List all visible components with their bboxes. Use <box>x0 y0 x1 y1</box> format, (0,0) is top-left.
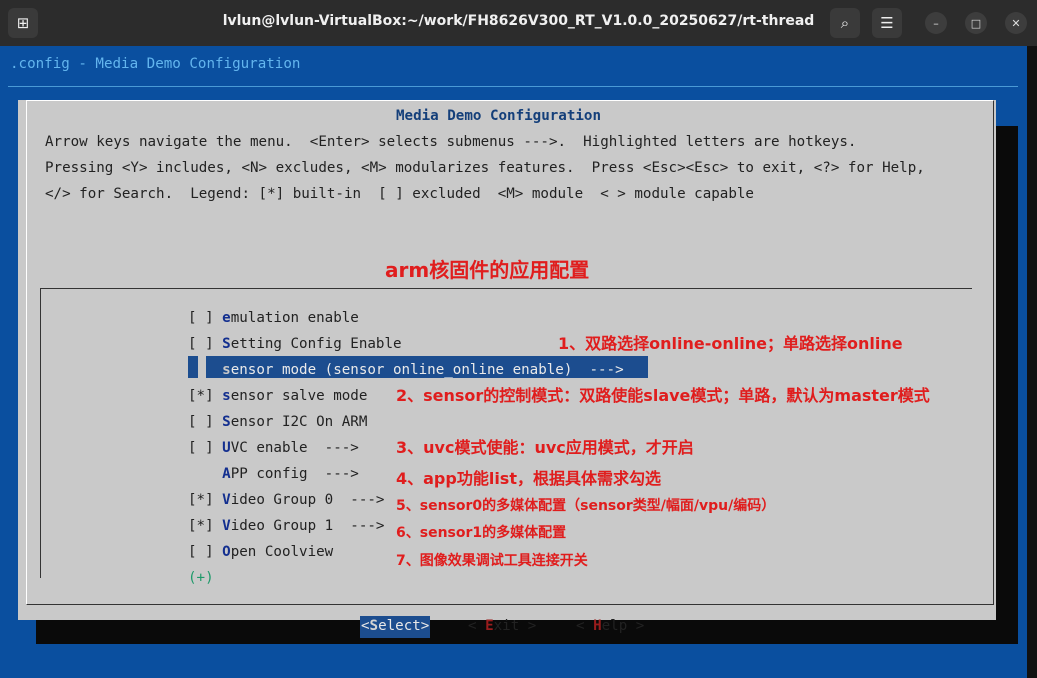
item-checkbox: [*] <box>188 388 223 404</box>
item-label: mulation enable <box>230 310 359 326</box>
terminal-scrollbar[interactable] <box>1027 46 1037 678</box>
item-checkbox: [ ] <box>188 414 223 430</box>
item-hotkey: s <box>222 388 231 404</box>
item-hotkey: V <box>222 492 231 508</box>
item-label: ideo Group 1 ---> <box>230 518 385 534</box>
item-label: ensor salve mode <box>230 388 368 404</box>
item-hotkey: S <box>222 336 231 352</box>
item-label: VC enable ---> <box>230 440 359 456</box>
help-label: elp > <box>601 618 645 634</box>
help-line-1: Arrow keys navigate the menu. <Enter> se… <box>45 134 857 150</box>
help-line-2: Pressing <Y> includes, <N> excludes, <M>… <box>45 160 925 176</box>
menu-item-sensor-i2c[interactable]: [ ] Sensor I2C On ARM <box>188 412 367 432</box>
item-label: etting Config Enable <box>230 336 402 352</box>
item-checkbox: [ ] <box>188 544 223 560</box>
item-hotkey: O <box>222 544 231 560</box>
item-label: PP config ---> <box>230 466 359 482</box>
maximize-icon[interactable]: □ <box>965 12 987 34</box>
search-icon[interactable]: ⌕ <box>830 8 860 38</box>
more-indicator: (+) <box>188 570 214 586</box>
annotation-6: 6、sensor1的多媒体配置 <box>396 525 567 541</box>
help-line-3: </> for Search. Legend: [*] built-in [ ]… <box>45 186 754 202</box>
item-checkbox <box>188 362 222 378</box>
item-checkbox <box>188 466 222 482</box>
exit-bracket: < <box>468 618 486 634</box>
annotation-7: 7、图像效果调试工具连接开关 <box>396 553 588 569</box>
item-checkbox: [ ] <box>188 310 223 326</box>
help-button[interactable]: < Help > <box>576 616 644 638</box>
menu-item-open-coolview[interactable]: [ ] Open Coolview <box>188 542 333 562</box>
annotation-3: 3、uvc模式使能：uvc应用模式，才开启 <box>396 438 694 457</box>
item-hotkey: S <box>222 414 231 430</box>
terminal-area[interactable]: .config - Media Demo Configuration Media… <box>0 46 1037 678</box>
item-hotkey: U <box>222 440 231 456</box>
select-label: elect> <box>378 618 430 634</box>
annotation-title: arm核固件的应用配置 <box>385 258 590 282</box>
config-dialog: Media Demo Configuration Arrow keys navi… <box>18 100 996 638</box>
header-divider <box>8 86 1018 87</box>
item-label: ensor mode (sensor online_online enable)… <box>230 362 624 378</box>
menu-item-video-group-1[interactable]: [*] Video Group 1 ---> <box>188 516 384 536</box>
item-label: ideo Group 0 ---> <box>230 492 385 508</box>
menu-item-uvc-enable[interactable]: [ ] UVC enable ---> <box>188 438 359 458</box>
menu-item-sensor-salve-mode[interactable]: [*] sensor salve mode <box>188 386 367 406</box>
config-header: .config - Media Demo Configuration <box>10 56 301 72</box>
menu-icon[interactable]: ☰ <box>872 8 902 38</box>
menu-item-emulation-enable[interactable]: [ ] emulation enable <box>188 308 359 328</box>
dialog-title: Media Demo Configuration <box>396 108 601 124</box>
minimize-icon[interactable]: – <box>925 12 947 34</box>
item-label: pen Coolview <box>230 544 334 560</box>
annotation-4: 4、app功能list，根据具体需求勾选 <box>396 469 661 488</box>
exit-hotkey: E <box>485 618 494 634</box>
select-button[interactable]: <Select> <box>360 616 431 638</box>
close-icon[interactable]: ✕ <box>1005 12 1027 34</box>
annotation-2: 2、sensor的控制模式：双路使能slave模式；单路，默认为master模式 <box>396 386 930 405</box>
item-checkbox: [ ] <box>188 336 223 352</box>
select-bracket: < <box>361 618 370 634</box>
select-hotkey: S <box>369 618 379 634</box>
menu-item-video-group-0[interactable]: [*] Video Group 0 ---> <box>188 490 384 510</box>
exit-button[interactable]: < Exit > <box>468 616 536 638</box>
annotation-1: 1、双路选择online-online；单路选择online <box>558 334 903 353</box>
menu-item-setting-config-enable[interactable]: [ ] Setting Config Enable <box>188 334 402 354</box>
menu-item-sensor-mode[interactable]: sensor mode (sensor online_online enable… <box>188 360 624 380</box>
item-checkbox: [*] <box>188 492 223 508</box>
item-hotkey: A <box>222 466 231 482</box>
exit-label: xit > <box>493 618 537 634</box>
menu-item-app-config[interactable]: APP config ---> <box>188 464 359 484</box>
item-label: ensor I2C On ARM <box>230 414 368 430</box>
help-hotkey: H <box>593 618 602 634</box>
help-bracket: < <box>576 618 594 634</box>
annotation-5: 5、sensor0的多媒体配置（sensor类型/幅面/vpu/编码） <box>396 498 776 514</box>
item-checkbox: [*] <box>188 518 223 534</box>
item-hotkey: s <box>222 362 231 378</box>
item-hotkey: e <box>222 310 231 326</box>
window-titlebar: ⊞ lvlun@lvlun-VirtualBox:~/work/FH8626V3… <box>0 0 1037 46</box>
item-checkbox: [ ] <box>188 440 223 456</box>
item-hotkey: V <box>222 518 231 534</box>
